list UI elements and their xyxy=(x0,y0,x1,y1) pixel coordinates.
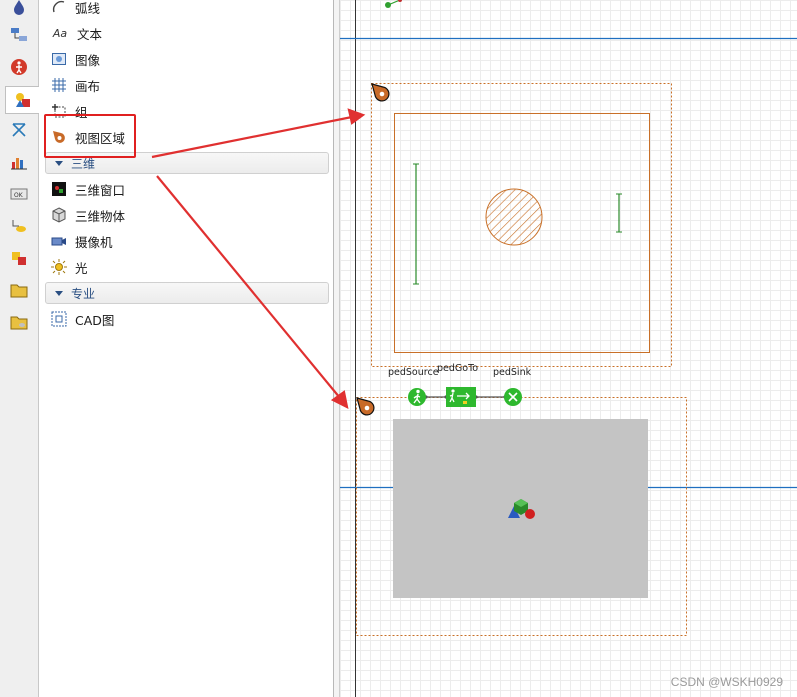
palette-item-text[interactable]: Aa 文本 xyxy=(51,22,102,44)
tab-presentation[interactable] xyxy=(5,86,39,114)
agent-puzzle-icon xyxy=(12,252,26,265)
network-icon xyxy=(12,123,26,137)
pedsource-block[interactable] xyxy=(408,388,426,406)
palette-item-light[interactable]: 光 xyxy=(51,256,88,278)
tab-controls[interactable]: OK xyxy=(4,181,34,207)
palette-item-label: 光 xyxy=(75,260,88,276)
light-icon xyxy=(51,259,67,275)
collapse-triangle-icon xyxy=(55,290,63,296)
palette-item-label: CAD图 xyxy=(75,312,115,328)
bar-chart-icon xyxy=(11,158,27,170)
svg-text:OK: OK xyxy=(14,192,24,199)
palette-item-label: 画布 xyxy=(75,78,101,94)
3d-window-icon xyxy=(51,181,67,197)
image-icon xyxy=(51,51,67,67)
cad-icon xyxy=(51,311,67,327)
watermark-text: CSDN @WSKH0929 xyxy=(670,675,783,689)
pedgoto-label[interactable]: pedGoTo xyxy=(437,363,478,374)
section-professional-header[interactable]: 专业 xyxy=(45,282,329,304)
tab-pedestrian[interactable] xyxy=(4,54,34,80)
palette-item-3d-window[interactable]: 三维窗口 xyxy=(51,178,125,200)
3d-object-icon xyxy=(51,207,67,223)
palette-item-label: 弧线 xyxy=(75,0,101,16)
tab-process-modeling[interactable] xyxy=(4,0,34,20)
ok-button-icon: OK xyxy=(10,188,28,200)
tab-folder[interactable] xyxy=(4,277,34,303)
palette-item-canvas[interactable]: 画布 xyxy=(51,74,100,96)
palette-item-camera[interactable]: 摄像机 xyxy=(51,230,113,252)
drop-icon xyxy=(14,0,24,15)
section-label: 专业 xyxy=(71,286,96,301)
graphical-editor-canvas[interactable] xyxy=(340,0,797,697)
arc-icon xyxy=(51,0,67,15)
camera-icon xyxy=(51,233,67,249)
palette-item-image[interactable]: 图像 xyxy=(51,48,100,70)
palette-item-label: 摄像机 xyxy=(75,234,113,250)
palette-item-cad[interactable]: CAD图 xyxy=(51,308,114,330)
pedsource-label[interactable]: pedSource xyxy=(388,367,439,378)
palette-tab-strip: OK xyxy=(0,0,39,697)
tab-flowchart[interactable] xyxy=(4,22,34,48)
collapse-triangle-icon xyxy=(55,160,63,166)
viewarea-highlight-box xyxy=(44,114,136,158)
palette-item-label: 图像 xyxy=(75,52,101,68)
canvas-grid-icon xyxy=(51,77,67,93)
cylinder-connect-icon xyxy=(12,220,26,232)
tab-folder-db[interactable] xyxy=(4,309,34,335)
pedsink-block[interactable] xyxy=(504,388,522,406)
palette-item-arc[interactable]: 弧线 xyxy=(51,0,100,18)
presentation-palette: 弧线 Aa 文本 图像 画布 组 视图区域 三维 三维窗口 三维物体 摄像机 光 xyxy=(39,0,334,697)
shapes-icon xyxy=(15,93,30,107)
pedsink-label[interactable]: pedSink xyxy=(493,367,531,378)
flowchart-icon xyxy=(11,28,27,41)
palette-item-label: 文本 xyxy=(77,26,103,42)
text-aa-icon: Aa xyxy=(52,26,68,40)
tab-connectivity[interactable] xyxy=(4,213,34,239)
palette-item-label: 三维物体 xyxy=(75,208,126,224)
tab-agent[interactable] xyxy=(4,245,34,271)
palette-item-label: 三维窗口 xyxy=(75,182,126,198)
palette-item-3d-object[interactable]: 三维物体 xyxy=(51,204,125,226)
folder-icon xyxy=(10,284,28,298)
tab-analysis[interactable] xyxy=(4,149,34,175)
pedgoto-block[interactable] xyxy=(446,387,476,407)
tab-space-markup[interactable] xyxy=(4,117,34,143)
pedestrian-circle-icon xyxy=(11,59,27,75)
folder-database-icon xyxy=(10,316,28,330)
